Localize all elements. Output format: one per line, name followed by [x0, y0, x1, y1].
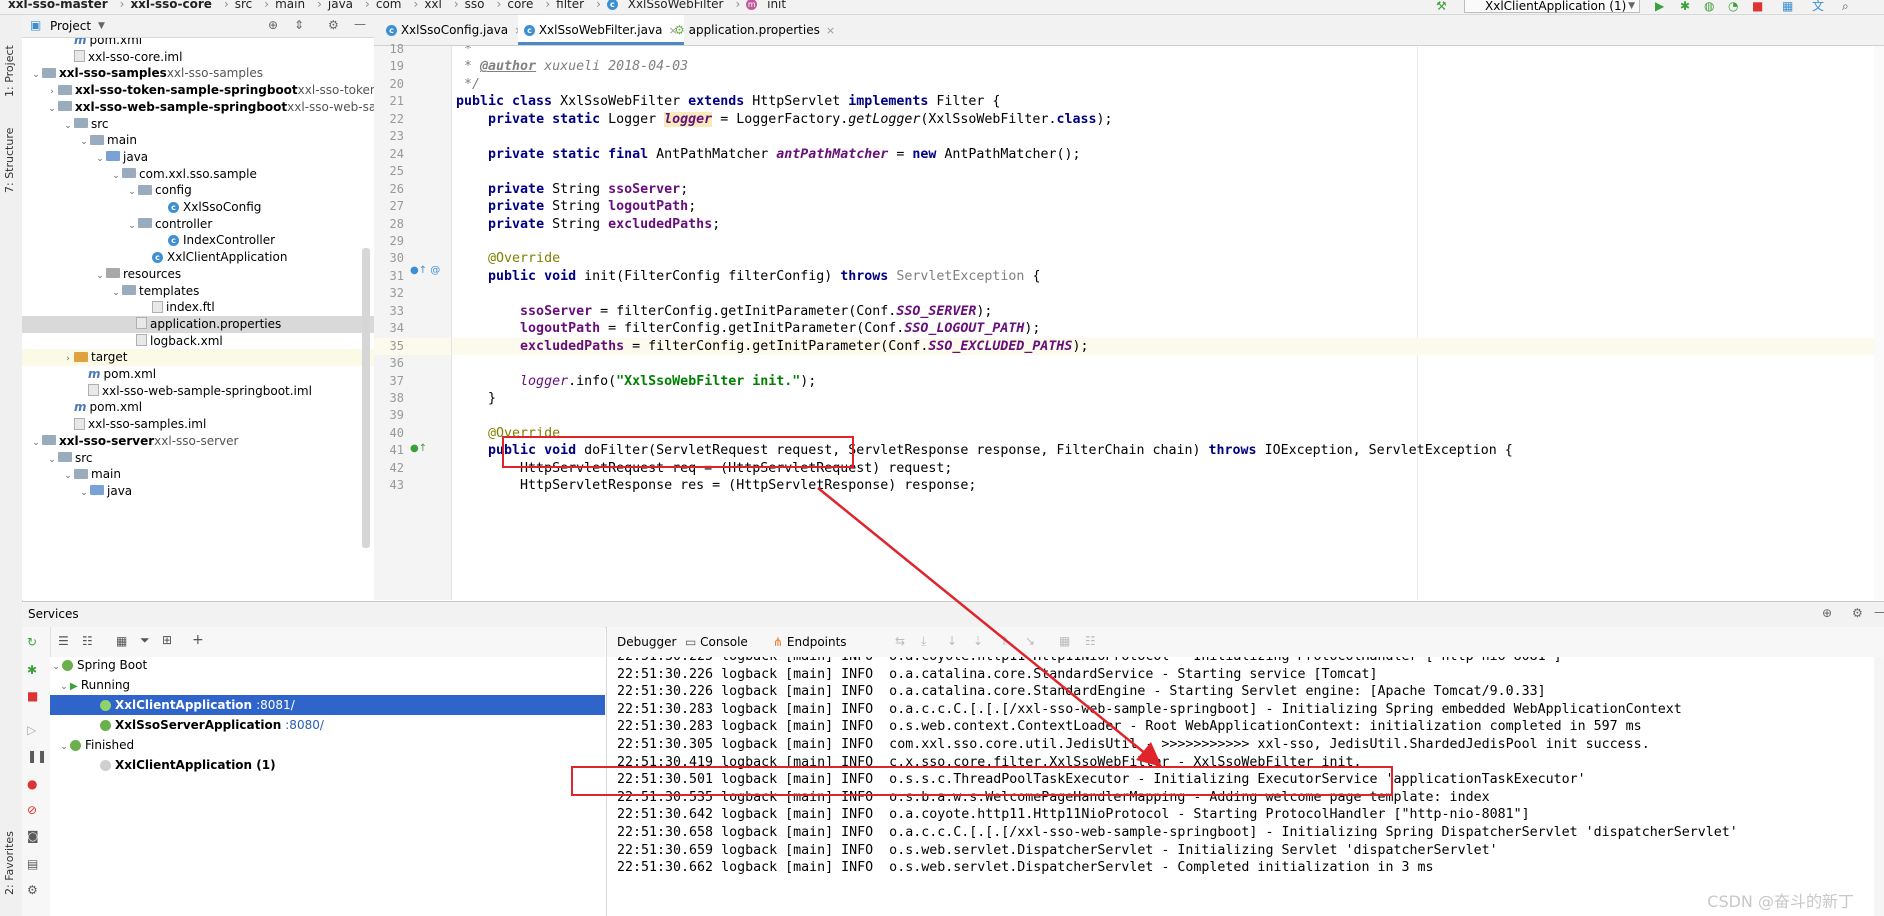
watermark: CSDN @奋斗的新丁 [1707, 892, 1854, 911]
annotation-arrow [817, 487, 1162, 767]
